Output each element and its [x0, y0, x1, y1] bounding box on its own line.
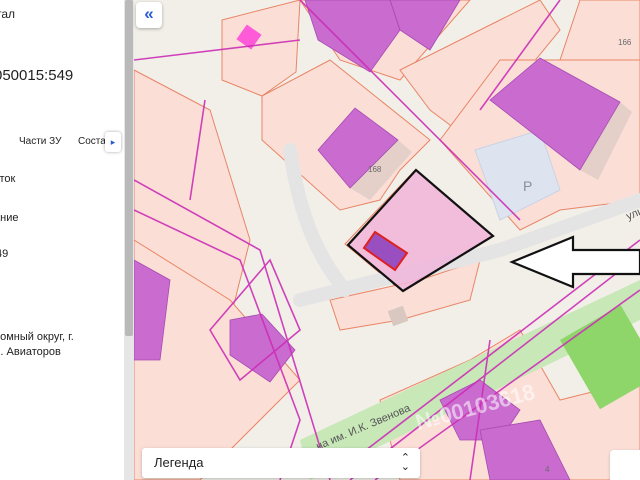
object-kind: тал — [0, 7, 16, 21]
cadastral-number: 050015:549 — [0, 67, 74, 84]
tab-bar: Части ЗУ Соста ▸ — [0, 132, 124, 154]
cadastral-map[interactable]: P 168 166 4 на им. И.К. Звенова ули №001… — [134, 0, 640, 480]
legend-dropdown[interactable]: Легенда ⌃ ⌄ — [142, 448, 420, 478]
building-number-label: 168 — [368, 165, 382, 174]
building-number-label: 4 — [545, 465, 550, 474]
tab-composition[interactable]: Соста — [78, 136, 106, 147]
parking-label: P — [523, 178, 532, 194]
collapse-panel-button[interactable]: « — [136, 2, 162, 28]
panel-scrollbar-thumb[interactable] — [125, 0, 133, 336]
parcel-number-value: 49 — [0, 248, 9, 260]
parcel-type-value: сток — [0, 173, 16, 185]
parcel-status-value: ание — [0, 212, 19, 224]
info-panel: тал 050015:549 Части ЗУ Соста ▸ сток ани… — [0, 0, 124, 480]
address-line-2: л. Авиаторов — [0, 346, 61, 358]
chevron-up-down-icon: ⌃ ⌄ — [400, 452, 410, 473]
tab-parts[interactable]: Части ЗУ — [19, 136, 61, 147]
address-line-1: номный округ, г. — [0, 331, 74, 343]
legend-label: Легенда — [154, 455, 204, 470]
tabs-next-icon[interactable]: ▸ — [105, 132, 121, 152]
map-canvas: P 168 166 4 на им. И.К. Звенова ули №001… — [134, 0, 640, 480]
building-number-label: 166 — [618, 38, 632, 47]
map-control-button[interactable] — [610, 450, 640, 480]
